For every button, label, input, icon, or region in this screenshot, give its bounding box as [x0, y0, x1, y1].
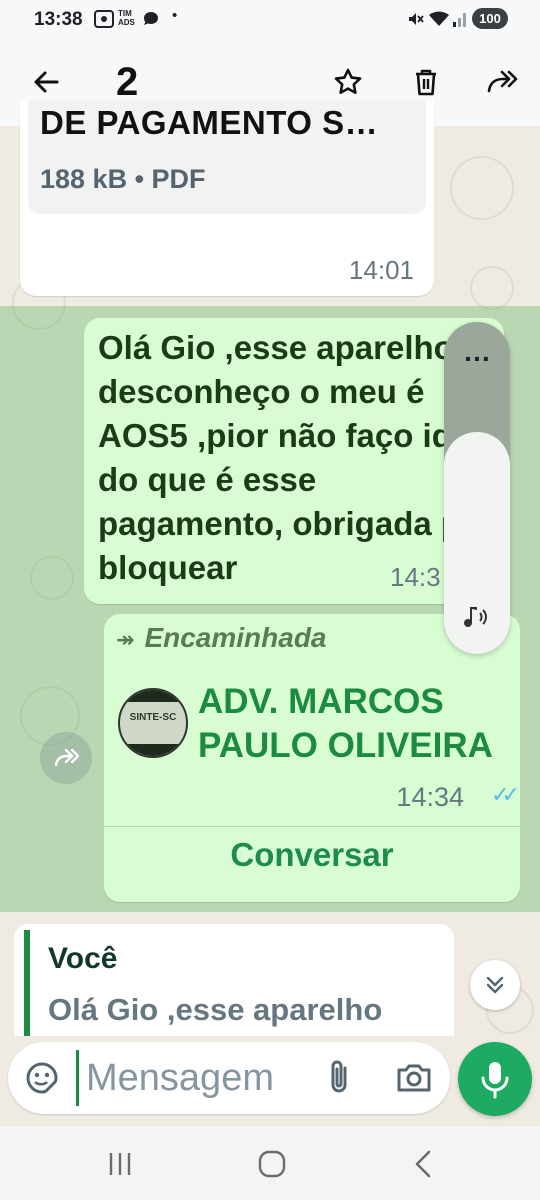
- text-cursor: [76, 1050, 79, 1106]
- forwarded-label: ↠ Encaminhada: [116, 622, 327, 654]
- home-icon: [258, 1150, 286, 1178]
- camera-button[interactable]: [392, 1056, 436, 1100]
- reply-text: Olá Gio ,esse aparelho: [48, 992, 383, 1027]
- scroll-to-bottom-button[interactable]: [470, 960, 520, 1010]
- message-time: 14:34: [396, 782, 464, 812]
- doodle-pattern: [470, 266, 514, 310]
- system-navigation-bar: [0, 1126, 540, 1200]
- forward-icon: [54, 748, 80, 767]
- avatar-band: [120, 744, 186, 756]
- reply-sender: Você: [48, 942, 118, 975]
- more-options-icon[interactable]: …: [444, 336, 510, 368]
- chat-with-contact-button[interactable]: Conversar: [104, 836, 520, 874]
- screenshot-icon: [94, 10, 114, 32]
- star-icon: [334, 68, 362, 94]
- contact-card-bubble[interactable]: ↠ Encaminhada SINTE-SC ADV. MARCOS PAULO …: [104, 614, 520, 902]
- signal-icon: [452, 10, 468, 32]
- microphone-icon: [481, 1062, 509, 1099]
- forwarded-icon: ↠: [116, 627, 135, 652]
- double-chevron-down-icon: [486, 976, 504, 994]
- home-button[interactable]: [242, 1144, 302, 1184]
- recent-apps-icon: [109, 1153, 131, 1175]
- trash-icon: [416, 69, 436, 96]
- reply-preview[interactable]: Você Olá Gio ,esse aparelho: [14, 924, 454, 1036]
- mute-icon: [406, 10, 424, 32]
- doodle-pattern: [450, 156, 514, 220]
- speaker-icon[interactable]: [444, 604, 510, 639]
- pdf-message-bubble[interactable]: DE PAGAMENTO S… 188 kB • PDF 14:01: [20, 100, 434, 296]
- wifi-icon: [428, 10, 450, 32]
- voice-message-button[interactable]: [458, 1042, 532, 1116]
- attach-button[interactable]: [318, 1056, 362, 1100]
- pdf-title: DE PAGAMENTO S…: [40, 104, 379, 141]
- reply-quote: Você Olá Gio ,esse aparelho: [24, 930, 454, 1036]
- message-time: 14:3: [390, 562, 441, 592]
- selected-count: 2: [116, 60, 139, 104]
- paperclip-icon: [331, 1060, 347, 1093]
- contact-avatar[interactable]: SINTE-SC: [118, 688, 188, 758]
- chevron-left-icon: [415, 1150, 431, 1178]
- divider: [104, 826, 520, 827]
- carrier-label: TIM ADS: [118, 9, 135, 27]
- status-bar: 13:38 TIM ADS • 100: [0, 0, 540, 38]
- pdf-attachment-card[interactable]: DE PAGAMENTO S… 188 kB • PDF: [28, 100, 426, 214]
- chat-bubble-icon: [142, 10, 160, 32]
- camera-icon: [397, 1064, 431, 1092]
- battery-icon: 100: [472, 8, 508, 29]
- back-arrow-icon: [34, 71, 59, 93]
- recent-apps-button[interactable]: [90, 1144, 150, 1184]
- status-time: 13:38: [34, 9, 83, 30]
- pdf-meta: 188 kB • PDF: [40, 164, 206, 194]
- outgoing-text-bubble[interactable]: Olá Gio ,esse aparelho desconheço o meu …: [84, 318, 504, 604]
- message-composer: [8, 1042, 450, 1114]
- message-time: 14:01: [348, 255, 414, 285]
- sticker-icon: [26, 1062, 58, 1094]
- read-ticks-icon: ✓✓: [491, 782, 520, 807]
- dot-icon: •: [172, 7, 178, 24]
- volume-slider[interactable]: …: [444, 322, 510, 654]
- back-nav-button[interactable]: [394, 1144, 454, 1184]
- avatar-logo-text: SINTE-SC: [129, 712, 177, 723]
- forward-icon: [487, 70, 518, 93]
- forwarded-text: Encaminhada: [144, 622, 327, 653]
- forward-shortcut-button[interactable]: [40, 732, 92, 784]
- message-input[interactable]: [86, 1054, 306, 1102]
- sticker-button[interactable]: [22, 1058, 62, 1098]
- avatar-band: [120, 690, 186, 702]
- contact-name: ADV. MARCOS PAULO OLIVEIRA: [198, 682, 493, 765]
- forward-button[interactable]: [474, 54, 530, 110]
